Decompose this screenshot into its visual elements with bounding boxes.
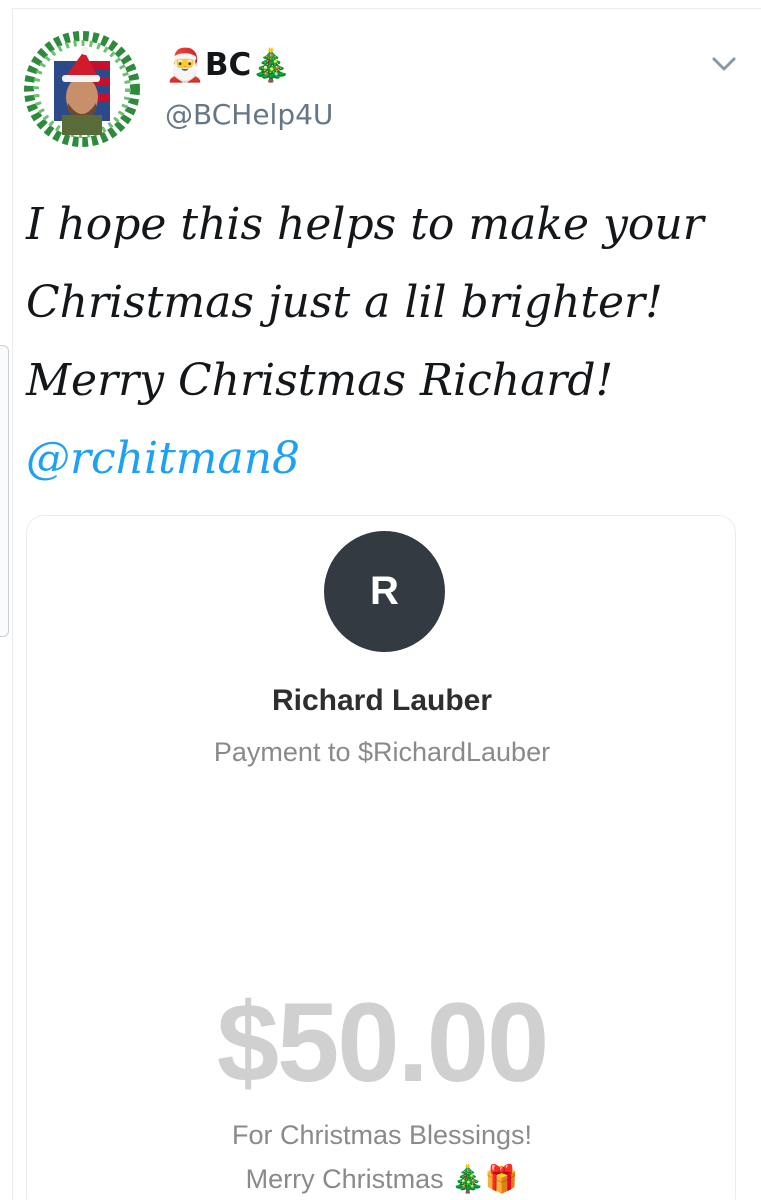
payment-to-label: Payment to $RichardLauber [213, 737, 551, 767]
mention-link[interactable]: @rchitman8 [26, 433, 300, 484]
recipient-name: Richard Lauber [271, 684, 493, 717]
tweet-body: I hope this helps to make your Christmas… [26, 199, 704, 406]
christmas-tree-emoji: 🎄 [251, 46, 292, 84]
recipient-avatar: R [324, 531, 445, 652]
display-name[interactable]: 🎅 BC 🎄 [165, 44, 291, 86]
profile-avatar-icon [24, 31, 140, 147]
timeline-border [12, 8, 13, 1200]
payment-note-line2: Merry Christmas 🎄🎁 [245, 1164, 519, 1194]
profile-avatar[interactable] [24, 31, 140, 147]
chevron-down-icon[interactable] [710, 54, 738, 74]
display-name-text: BC [204, 47, 252, 83]
payment-card[interactable]: R Richard Lauber Payment to $RichardLaub… [26, 515, 736, 1200]
payment-amount: $50.00 [216, 980, 550, 1105]
edge-drawer-handle[interactable] [0, 345, 9, 637]
tweet-text: I hope this helps to make your Christmas… [26, 186, 746, 498]
user-handle[interactable]: @BCHelp4U [165, 98, 333, 131]
payment-note: For Christmas Blessings! [231, 1120, 533, 1150]
santa-emoji: 🎅 [165, 46, 205, 84]
tweet-divider [12, 8, 761, 9]
